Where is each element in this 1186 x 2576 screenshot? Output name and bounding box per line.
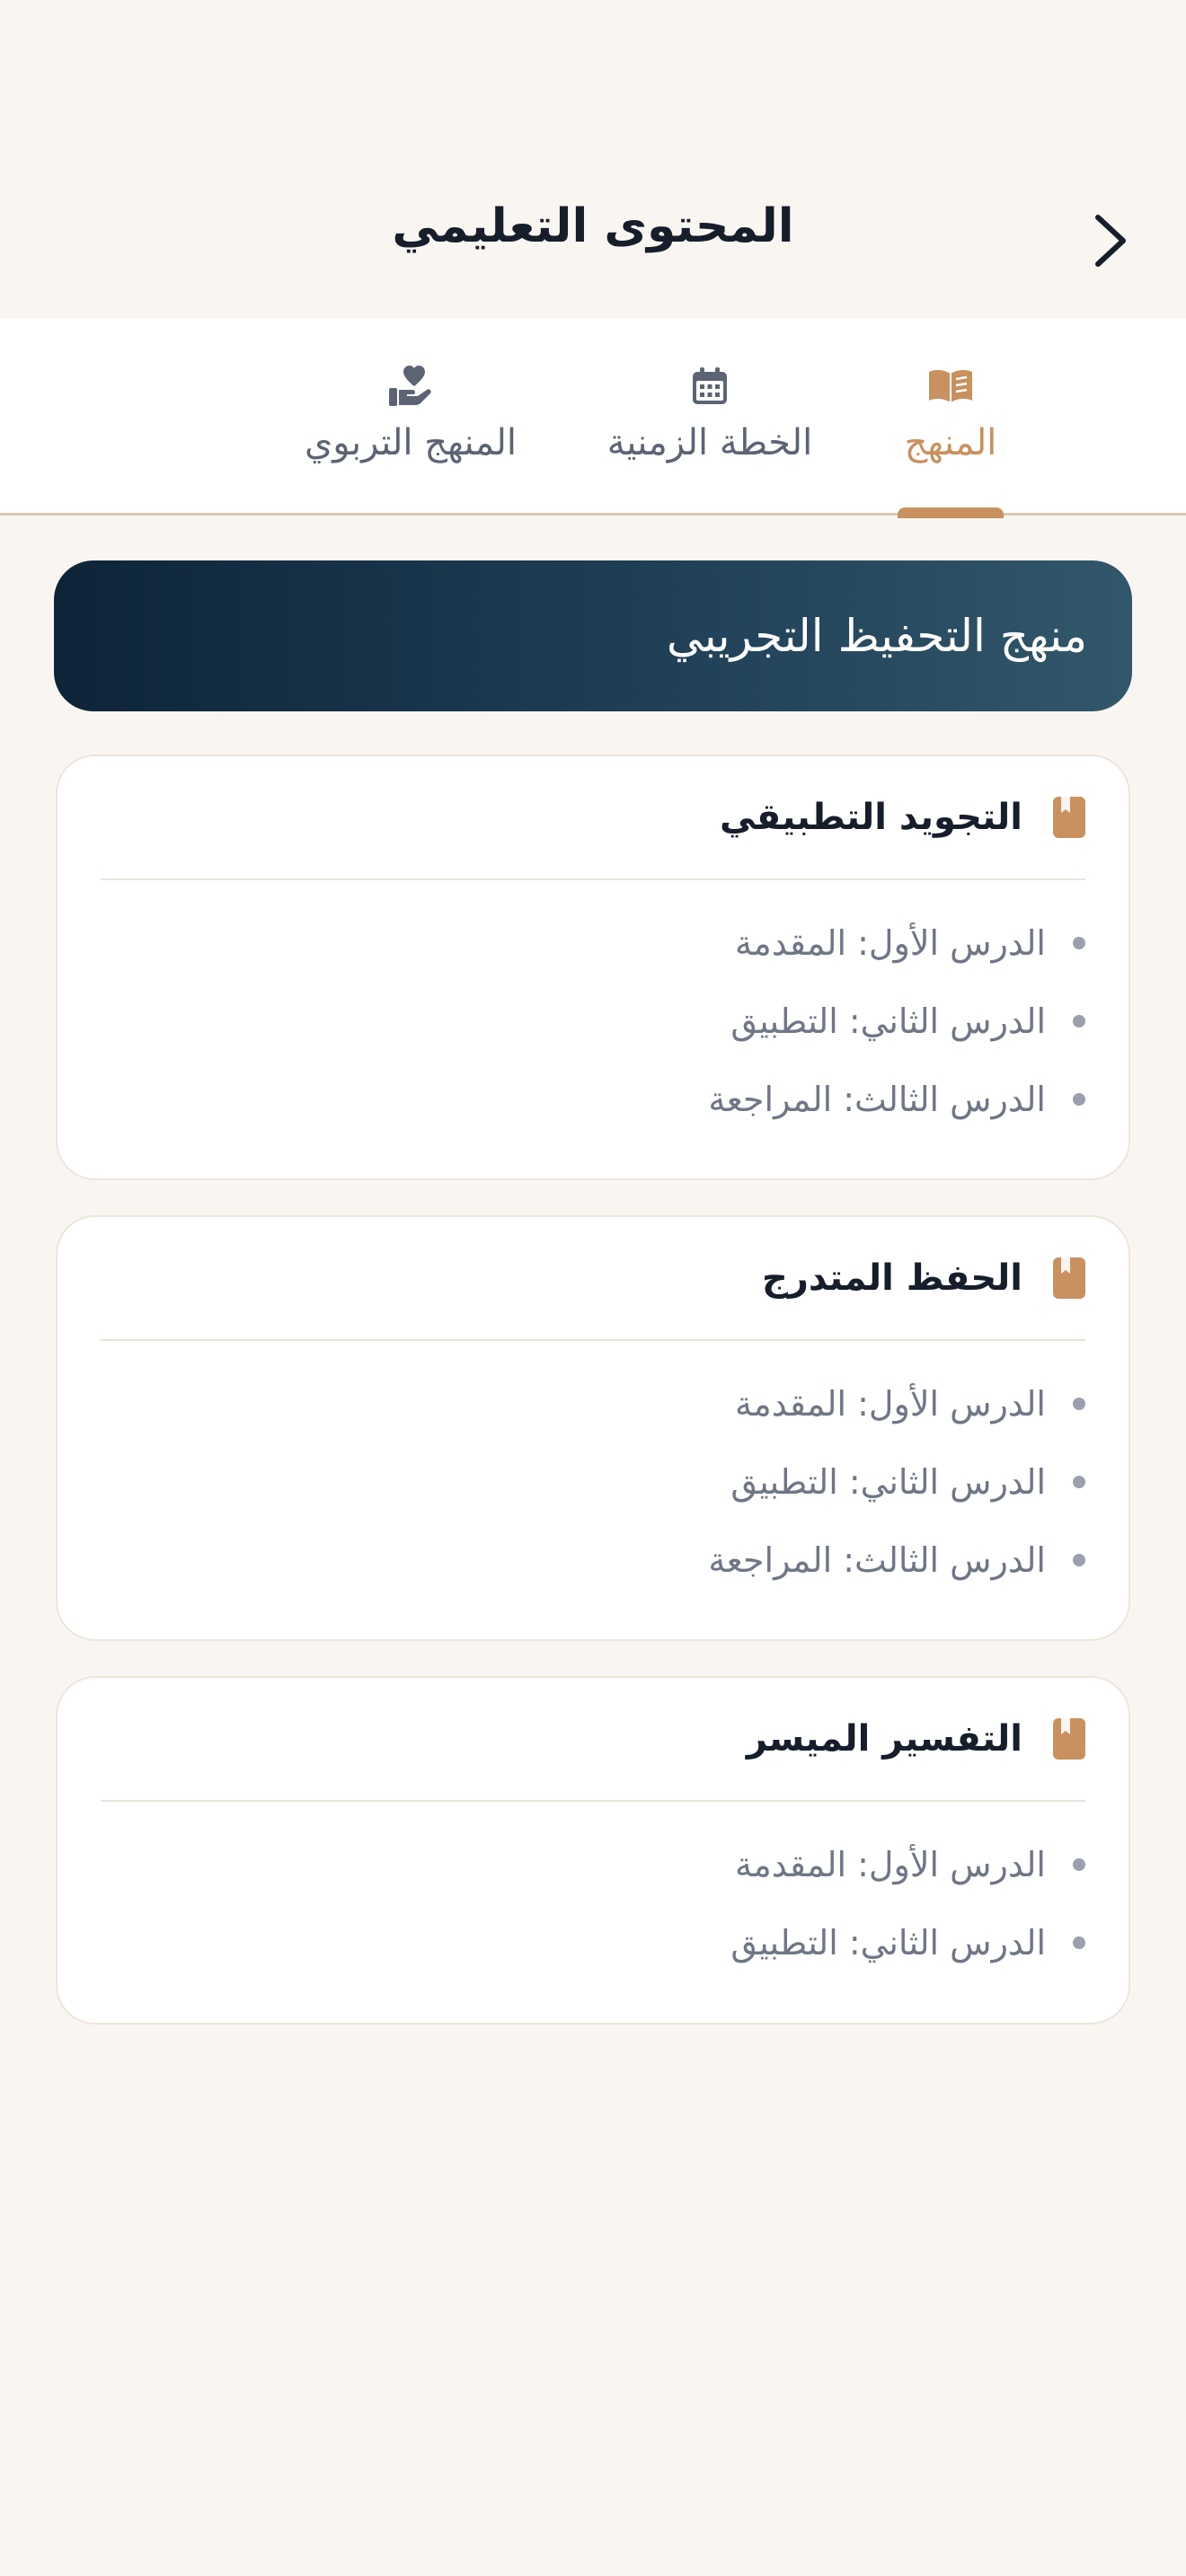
lesson-title: الدرس الثالث: المراجعة [708, 1080, 1046, 1119]
tab-educational-curriculum[interactable]: المنهج التربوي [289, 318, 532, 516]
card-title: التجويد التطبيقي [720, 797, 1022, 838]
back-button[interactable] [1078, 205, 1143, 280]
lesson-item[interactable]: الدرس الأول: المقدمة [735, 1377, 1085, 1431]
bullet-icon [1073, 1554, 1085, 1566]
tab-curriculum[interactable]: المنهج [879, 318, 1022, 518]
lesson-item[interactable]: الدرس الثاني: التطبيق [730, 1916, 1085, 1970]
card-header[interactable]: الحفظ المتدرج [101, 1217, 1085, 1341]
lesson-item[interactable]: الدرس الثاني: التطبيق [730, 994, 1085, 1048]
course-card: التجويد التطبيقي الدرس الأول: المقدمة ال… [56, 754, 1130, 1180]
lesson-title: الدرس الثاني: التطبيق [730, 1923, 1046, 1963]
lesson-title: الدرس الأول: المقدمة [735, 1384, 1046, 1424]
bullet-icon [1073, 1936, 1085, 1949]
bullet-icon [1073, 1093, 1085, 1106]
lesson-title: الدرس الثالث: المراجعة [708, 1540, 1046, 1580]
bullet-icon [1073, 1858, 1085, 1871]
book-icon [1053, 1718, 1085, 1760]
lesson-title: الدرس الأول: المقدمة [735, 1845, 1046, 1884]
tab-label: المنهج [904, 422, 997, 463]
curriculum-banner: منهج التحفيظ التجريبي [54, 560, 1132, 711]
book-open-icon [927, 363, 974, 410]
lesson-item[interactable]: الدرس الثالث: المراجعة [708, 1533, 1085, 1587]
lesson-title: الدرس الثاني: التطبيق [730, 1001, 1046, 1041]
card-header[interactable]: التجويد التطبيقي [101, 756, 1085, 880]
lesson-item[interactable]: الدرس الثالث: المراجعة [708, 1072, 1085, 1126]
lesson-item[interactable]: الدرس الثاني: التطبيق [730, 1455, 1085, 1509]
lesson-title: الدرس الأول: المقدمة [735, 923, 1046, 963]
chevron-right-icon [1093, 212, 1128, 273]
lesson-item[interactable]: الدرس الأول: المقدمة [735, 916, 1085, 970]
card-header[interactable]: التفسير الميسر [101, 1678, 1085, 1802]
bullet-icon [1073, 937, 1085, 949]
banner-title: منهج التحفيظ التجريبي [666, 610, 1087, 662]
tab-label: المنهج التربوي [304, 422, 517, 463]
bullet-icon [1073, 1015, 1085, 1028]
course-card: الحفظ المتدرج الدرس الأول: المقدمة الدرس… [56, 1215, 1130, 1641]
hand-heart-icon [387, 363, 434, 410]
tab-label: الخطة الزمنية [606, 422, 813, 463]
bullet-icon [1073, 1398, 1085, 1410]
header: المحتوى التعليمي [0, 0, 1186, 318]
bullet-icon [1073, 1476, 1085, 1488]
page-title: المحتوى التعليمي [392, 199, 794, 253]
tab-bar: المنهج الخطة الزمنية المنهج التربوي [0, 318, 1186, 518]
lesson-item[interactable]: الدرس الأول: المقدمة [735, 1838, 1085, 1892]
active-tab-indicator [898, 507, 1004, 518]
card-title: التفسير الميسر [746, 1718, 1022, 1760]
tab-schedule[interactable]: الخطة الزمنية [600, 318, 819, 516]
book-icon [1053, 1257, 1085, 1299]
card-title: الحفظ المتدرج [762, 1257, 1022, 1299]
book-icon [1053, 797, 1085, 838]
course-card: التفسير الميسر الدرس الأول: المقدمة الدر… [56, 1676, 1130, 2025]
lesson-title: الدرس الثاني: التطبيق [730, 1462, 1046, 1502]
calendar-icon [691, 363, 729, 410]
